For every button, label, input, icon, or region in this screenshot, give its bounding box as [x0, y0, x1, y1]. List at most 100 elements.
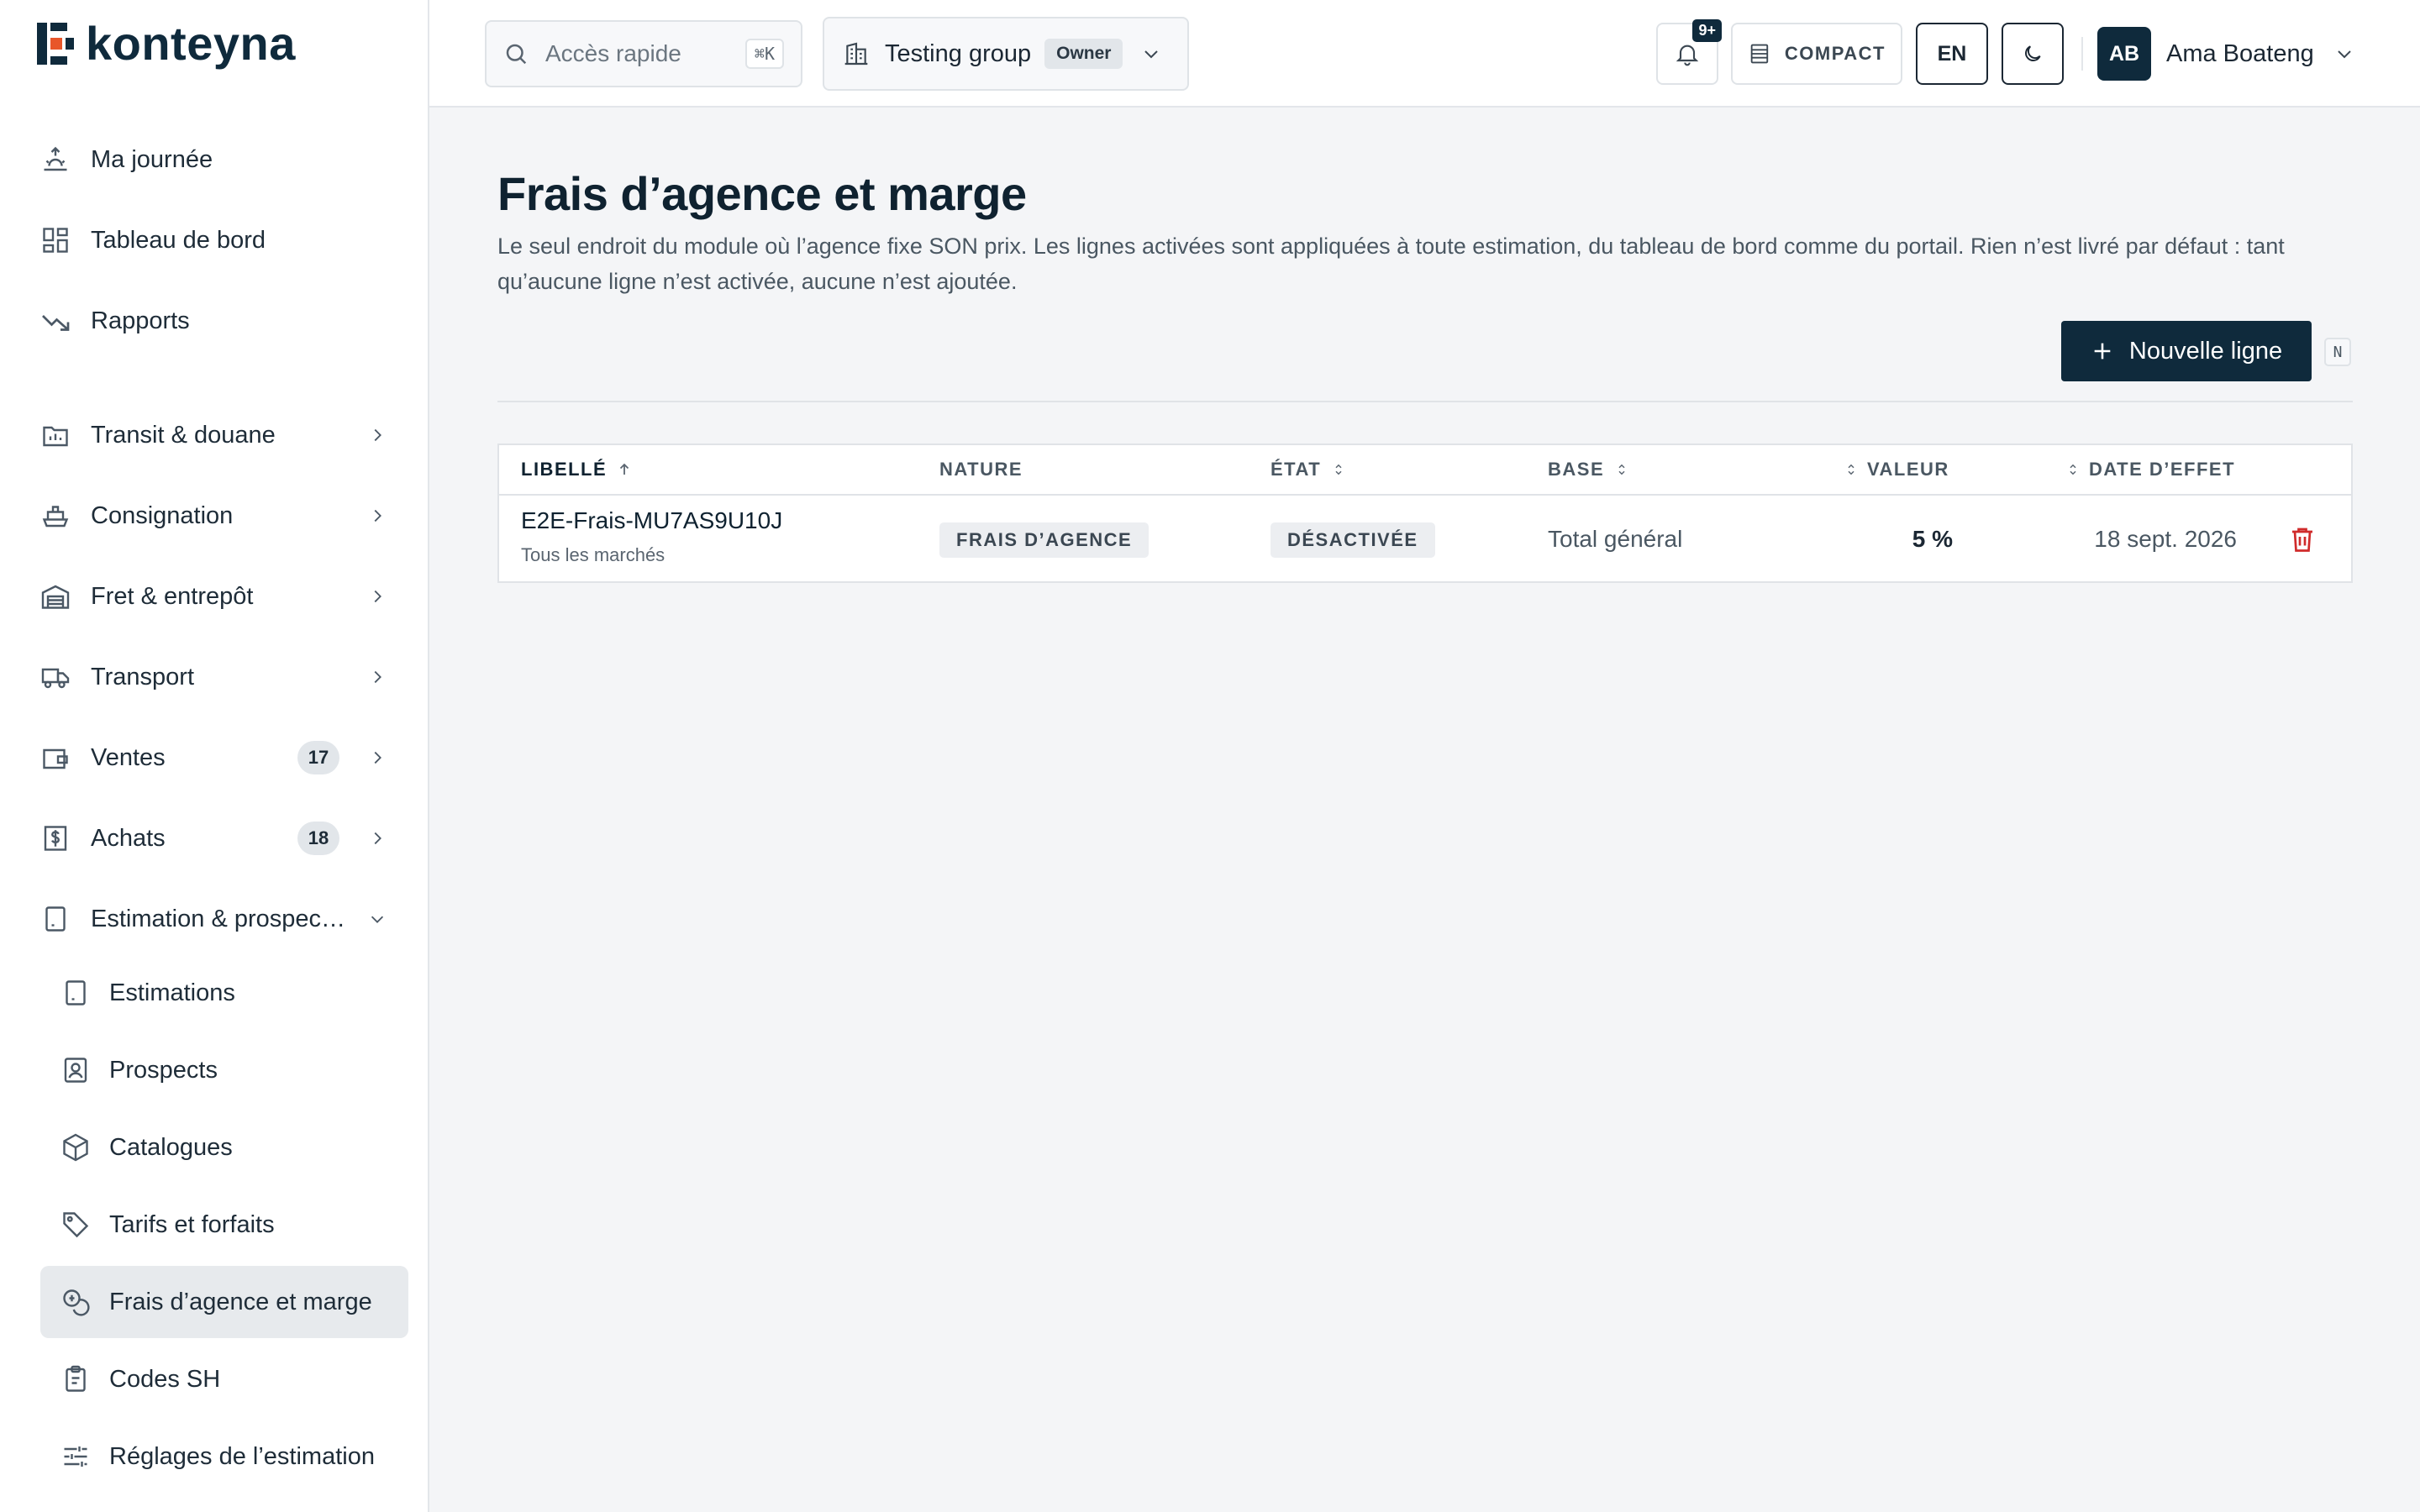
sidebar-item-consignation[interactable]: Consignation [40, 482, 393, 549]
brand-logo[interactable]: konteyna [37, 20, 296, 67]
sidebar-item-label: Estimation & prospec… [91, 905, 346, 932]
column-header-label: DATE D’EFFET [2089, 459, 2236, 480]
contact-card-icon [64, 1058, 87, 1083]
dollar-receipt-icon [44, 826, 67, 851]
sidebar: konteyna Ma journée Tableau de bord Rapp… [0, 0, 429, 1512]
table-header: LIBELLÉ NATURE ÉTAT BASE VALEUR DATE D’E… [499, 445, 2351, 496]
sliders-icon [64, 1446, 87, 1467]
sidebar-item-label: Transit & douane [91, 421, 276, 449]
column-header-label: LIBELLÉ [521, 459, 608, 480]
sidebar-item-label: Ventes [91, 743, 166, 771]
tag-icon [63, 1212, 89, 1238]
trending-down-icon [42, 315, 70, 331]
sort-icon [2070, 464, 2076, 475]
calculator-icon [66, 980, 86, 1005]
wallet-icon [43, 748, 68, 769]
sidebar-item-achats[interactable]: Achats 18 [40, 805, 393, 872]
top-bar: Accès rapide ⌘K Testing group Owner 9+ C… [429, 0, 2420, 108]
chevron-down-icon [2338, 50, 2351, 59]
column-header-etat[interactable]: ÉTAT [1270, 445, 1346, 494]
chevron-right-icon [374, 509, 381, 522]
sidebar-subitem-frais-agence-marge[interactable]: Frais d’agence et marge [40, 1266, 408, 1338]
table-row[interactable]: E2E-Frais-MU7AS9U10J Tous les marchés FR… [499, 496, 2351, 583]
chevron-right-icon [374, 428, 381, 442]
chevron-right-icon [374, 751, 381, 764]
cell-value: 5 % [1912, 526, 1953, 552]
search-shortcut-key: ⌘K [744, 39, 784, 69]
count-badge: 18 [297, 822, 339, 855]
chevron-down-icon [1144, 50, 1159, 59]
sidebar-subitem-tarifs-forfaits[interactable]: Tarifs et forfaits [40, 1189, 408, 1261]
new-line-label: Nouvelle ligne [2128, 337, 2283, 365]
group-selector[interactable]: Testing group Owner [823, 17, 1189, 91]
sort-icon [1618, 464, 1625, 475]
sidebar-subitem-label: Codes SH [109, 1365, 221, 1393]
sidebar-subitem-label: Catalogues [109, 1133, 233, 1161]
sidebar-item-ventes[interactable]: Ventes 17 [40, 724, 393, 791]
sidebar-item-ma-journee[interactable]: Ma journée [40, 126, 393, 193]
fees-table: LIBELLÉ NATURE ÉTAT BASE VALEUR DATE D’E… [497, 444, 2353, 583]
sidebar-subitem-estimations[interactable]: Estimations [40, 957, 408, 1029]
sidebar-subitem-codes-sh[interactable]: Codes SH [40, 1343, 408, 1415]
sunrise-icon [44, 146, 67, 171]
bell-icon [1676, 45, 1699, 66]
sidebar-item-label: Ma journée [91, 145, 213, 173]
chevron-right-icon [374, 670, 381, 684]
ship-icon [42, 506, 69, 528]
theme-toggle-button[interactable] [2002, 23, 2064, 85]
sidebar-item-label: Consignation [91, 501, 234, 529]
sidebar-subitem-label: Prospects [109, 1056, 218, 1084]
sidebar-subitem-label: Tarifs et forfaits [109, 1210, 275, 1238]
clipboard-icon [66, 1365, 86, 1392]
sidebar-item-transit-douane[interactable]: Transit & douane [40, 402, 393, 469]
quick-access-search[interactable]: Accès rapide ⌘K [485, 20, 802, 87]
sidebar-subitem-catalogues[interactable]: Catalogues [40, 1111, 408, 1184]
row-scope: Tous les marchés [521, 544, 666, 565]
column-header-base[interactable]: BASE [1548, 445, 1629, 494]
column-header-label: NATURE [939, 459, 1023, 480]
avatar: AB [2097, 27, 2151, 81]
sidebar-subitem-reglages-estimation[interactable]: Réglages de l’estimation [40, 1420, 408, 1493]
dashboard-grid-icon [43, 228, 68, 253]
new-line-shortcut-key: N [2324, 338, 2351, 366]
count-badge: 17 [297, 741, 339, 774]
nature-badge: FRAIS D’AGENCE [939, 522, 1150, 558]
brand-name: konteyna [86, 17, 296, 70]
package-icon [63, 1133, 88, 1162]
sidebar-item-fret-entrepot[interactable]: Fret & entrepôt [40, 563, 393, 630]
cell-base: Total général [1548, 526, 1683, 552]
warehouse-icon [41, 585, 70, 609]
row-label: E2E-Frais-MU7AS9U10J [521, 507, 783, 533]
sidebar-item-label: Rapports [91, 307, 190, 334]
compact-label: COMPACT [1784, 43, 1886, 64]
language-toggle-button[interactable]: EN [1916, 23, 1988, 85]
notifications-button[interactable]: 9+ [1656, 19, 1722, 85]
calculator-icon [45, 906, 66, 932]
cell-effective-date: 18 sept. 2026 [2094, 526, 2237, 552]
notification-count-badge: 9+ [1692, 19, 1722, 42]
column-header-date-effet[interactable]: DATE D’EFFET [2065, 445, 2235, 494]
sort-icon [1848, 464, 1854, 475]
sidebar-subitem-label: Réglages de l’estimation [109, 1442, 375, 1470]
building-icon [844, 42, 868, 66]
column-header-label: BASE [1548, 459, 1605, 480]
column-header-label: ÉTAT [1270, 459, 1322, 480]
folder-customs-icon [43, 426, 68, 447]
new-line-button[interactable]: Nouvelle ligne [2061, 321, 2312, 381]
chevron-right-icon [374, 590, 381, 603]
sidebar-subitem-prospects[interactable]: Prospects [40, 1034, 408, 1106]
sidebar-item-estimation-prospection[interactable]: Estimation & prospec… [40, 885, 393, 953]
cell-label: E2E-Frais-MU7AS9U10J Tous les marchés [521, 507, 782, 566]
truck-icon [41, 668, 70, 689]
sidebar-item-tableau-de-bord[interactable]: Tableau de bord [40, 207, 393, 274]
compact-toggle-button[interactable]: COMPACT [1731, 23, 1902, 85]
user-menu[interactable]: AB Ama Boateng [2097, 27, 2354, 81]
group-name: Testing group [885, 39, 1032, 67]
sort-icon [1335, 464, 1342, 475]
column-header-libelle[interactable]: LIBELLÉ [521, 445, 632, 494]
sidebar-item-transport[interactable]: Transport [40, 643, 393, 711]
column-header-valeur[interactable]: VALEUR [1844, 445, 1949, 494]
page-title: Frais d’agence et marge [497, 167, 1027, 220]
trash-icon[interactable] [2287, 524, 2317, 554]
sidebar-item-rapports[interactable]: Rapports [40, 287, 393, 354]
